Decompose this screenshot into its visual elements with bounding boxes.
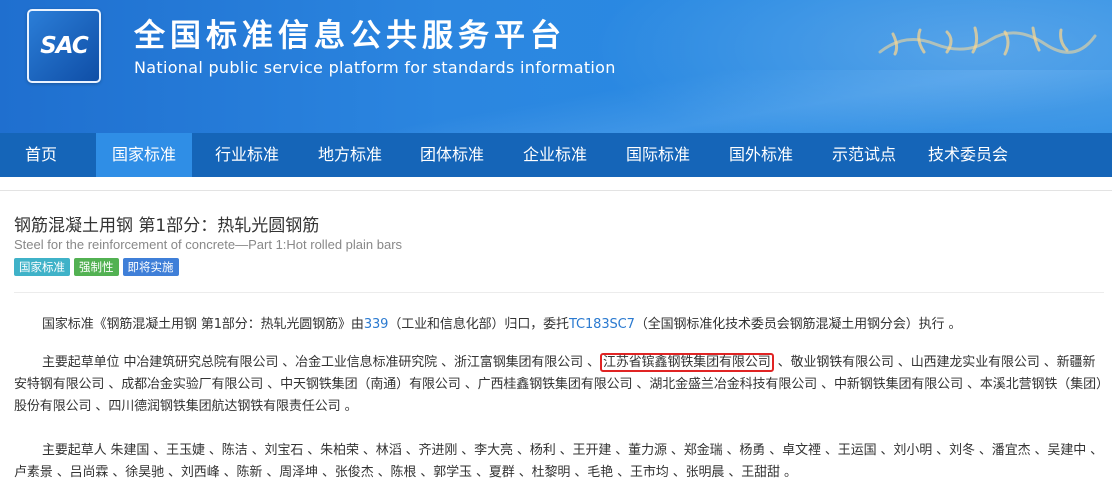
drafters-names: 朱建国 、王玉婕 、陈洁 、刘宝石 、朱柏荣 、林滔 、齐进刚 、李大亮 、杨利… xyxy=(14,443,1104,480)
tc-name: （全国钢标准化技术委员会钢筋混凝土用钢分会）执行 。 xyxy=(634,317,962,332)
nav-item-home[interactable]: 首页 xyxy=(12,133,70,177)
standard-title: 钢筋混凝土用钢 第1部分：热轧光圆钢筋 xyxy=(14,216,320,236)
nav-item-demonstration-pilots[interactable]: 示范试点 xyxy=(820,133,908,177)
badge-group: 国家标准 强制性 即将实施 xyxy=(14,258,179,276)
banner-decoration-streak xyxy=(300,70,1112,133)
badge-mandatory: 强制性 xyxy=(74,258,119,276)
badge-national-standard: 国家标准 xyxy=(14,258,70,276)
main-nav: 首页 国家标准 行业标准 地方标准 团体标准 企业标准 国际标准 国外标准 示范… xyxy=(0,133,1112,177)
intro-paragraph: 国家标准《钢筋混凝土用钢 第1部分：热轧光圆钢筋》由339（工业和信息化部）归口… xyxy=(14,314,1108,336)
dept-code-link[interactable]: 339 xyxy=(364,317,389,332)
nav-item-foreign-standards[interactable]: 国外标准 xyxy=(717,133,805,177)
calligraphy-slogan xyxy=(875,14,1100,66)
drafting-units-text: 中冶建筑研究总院有限公司 、冶金工业信息标准研究院 、浙江富钢集团有限公司 、 xyxy=(123,355,600,370)
nav-item-international-standards[interactable]: 国际标准 xyxy=(614,133,702,177)
nav-item-enterprise-standards[interactable]: 企业标准 xyxy=(511,133,599,177)
highlighted-unit: 江苏省镔鑫钢铁集团有限公司 xyxy=(599,353,774,372)
header-banner: SAC 全国标准信息公共服务平台 National public service… xyxy=(0,0,1112,133)
drafting-units-paragraph: 主要起草单位 中冶建筑研究总院有限公司 、冶金工业信息标准研究院 、浙江富钢集团… xyxy=(14,352,1108,418)
nav-item-technical-committees[interactable]: 技术委员会 xyxy=(918,133,1018,177)
nav-item-group-standards[interactable]: 团体标准 xyxy=(408,133,496,177)
nav-item-national-standards[interactable]: 国家标准 xyxy=(96,133,192,177)
tc-code-link[interactable]: TC183SC7 xyxy=(569,317,635,332)
intro-prefix: 国家标准《钢筋混凝土用钢 第1部分：热轧光圆钢筋》由 xyxy=(42,317,364,332)
dept-name: （工业和信息化部）归口，委托 xyxy=(388,317,569,332)
nav-item-industry-standards[interactable]: 行业标准 xyxy=(203,133,291,177)
logo-text: SAC xyxy=(40,33,89,59)
drafters-paragraph: 主要起草人 朱建国 、王玉婕 、陈洁 、刘宝石 、朱柏荣 、林滔 、齐进刚 、李… xyxy=(14,440,1108,484)
divider xyxy=(0,190,1112,191)
badge-upcoming: 即将实施 xyxy=(122,258,179,276)
sac-logo[interactable]: SAC xyxy=(27,9,101,83)
drafters-label: 主要起草人 xyxy=(42,443,111,458)
drafting-units-label: 主要起草单位 xyxy=(42,355,124,370)
site-title: 全国标准信息公共服务平台 xyxy=(134,18,566,54)
standard-title-en: Steel for the reinforcement of concrete—… xyxy=(14,237,403,252)
site-subtitle: National public service platform for sta… xyxy=(134,58,616,77)
calligraphy-slogan-graphic xyxy=(878,26,1097,56)
content-divider xyxy=(14,292,1104,293)
nav-item-local-standards[interactable]: 地方标准 xyxy=(306,133,394,177)
